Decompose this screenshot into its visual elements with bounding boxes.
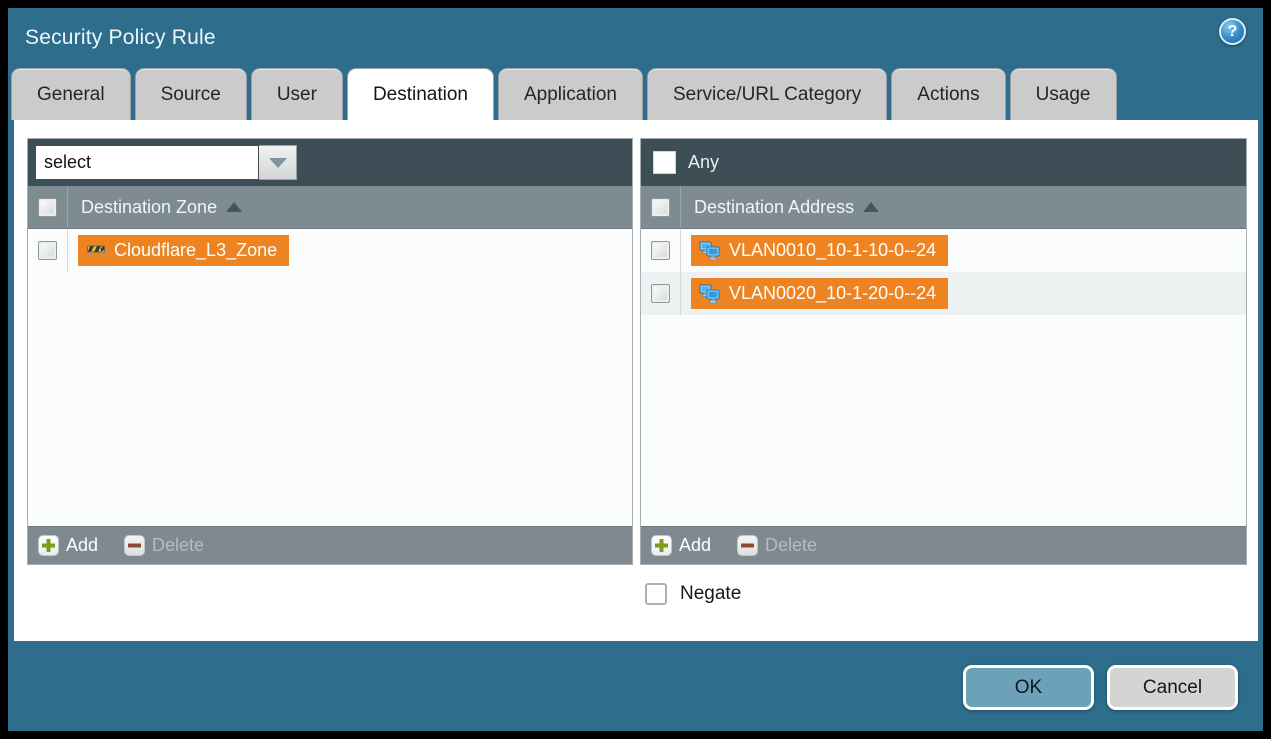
address-column-header[interactable]: Destination Address bbox=[681, 186, 879, 228]
tab-actions[interactable]: Actions bbox=[891, 68, 1005, 120]
sort-ascending-icon bbox=[226, 202, 242, 212]
dialog-footer: OK Cancel bbox=[8, 641, 1263, 731]
address-icon bbox=[699, 284, 721, 303]
destination-tab-content: Destination Zone bbox=[14, 120, 1258, 641]
row-checkbox[interactable] bbox=[38, 241, 57, 260]
zone-entry[interactable]: Cloudflare_L3_Zone bbox=[78, 235, 289, 266]
row-value-cell: VLAN0010_10-1-10-0--24 bbox=[681, 229, 948, 272]
zone-column-header[interactable]: Destination Zone bbox=[68, 186, 242, 228]
zone-entry-label: Cloudflare_L3_Zone bbox=[114, 240, 277, 261]
help-icon[interactable]: ? bbox=[1219, 18, 1246, 45]
address-panel-header: Any bbox=[641, 139, 1246, 186]
row-checkbox-cell bbox=[641, 272, 681, 315]
tab-general[interactable]: General bbox=[11, 68, 131, 120]
zone-select-all-checkbox[interactable] bbox=[38, 198, 57, 217]
row-checkbox[interactable] bbox=[651, 284, 670, 303]
tab-bar: General Source User Destination Applicat… bbox=[8, 68, 1263, 120]
tab-source[interactable]: Source bbox=[135, 68, 247, 120]
minus-icon bbox=[124, 535, 145, 556]
zone-column-header-row: Destination Zone bbox=[28, 186, 632, 229]
address-select-all-checkbox[interactable] bbox=[651, 198, 670, 217]
plus-icon bbox=[38, 535, 59, 556]
table-row: VLAN0010_10-1-10-0--24 bbox=[641, 229, 1246, 272]
address-entry[interactable]: VLAN0010_10-1-10-0--24 bbox=[691, 235, 948, 266]
zone-filter-input[interactable] bbox=[35, 145, 259, 180]
zone-add-label: Add bbox=[66, 535, 98, 556]
tab-destination[interactable]: Destination bbox=[347, 68, 494, 120]
dialog-titlebar: Security Policy Rule ? bbox=[8, 8, 1263, 68]
address-column-header-row: Destination Address bbox=[641, 186, 1246, 229]
address-entry[interactable]: VLAN0020_10-1-20-0--24 bbox=[691, 278, 948, 309]
destination-address-panel: Any Destination Address bbox=[640, 138, 1247, 565]
address-select-all-cell bbox=[641, 186, 681, 228]
row-value-cell: VLAN0020_10-1-20-0--24 bbox=[681, 272, 948, 315]
address-column-label: Destination Address bbox=[694, 197, 854, 218]
address-delete-label: Delete bbox=[765, 535, 817, 556]
ok-button[interactable]: OK bbox=[963, 665, 1094, 710]
destination-zone-panel: Destination Zone bbox=[27, 138, 633, 565]
tab-application[interactable]: Application bbox=[498, 68, 643, 120]
zone-delete-label: Delete bbox=[152, 535, 204, 556]
zone-panel-footer: Add Delete bbox=[28, 526, 632, 564]
row-value-cell: Cloudflare_L3_Zone bbox=[68, 229, 289, 272]
zone-delete-button[interactable]: Delete bbox=[124, 535, 204, 556]
address-add-button[interactable]: Add bbox=[651, 535, 711, 556]
zone-filter-dropdown-button[interactable] bbox=[259, 145, 297, 180]
negate-option: Negate bbox=[645, 583, 741, 605]
tab-user[interactable]: User bbox=[251, 68, 343, 120]
any-option: Any bbox=[648, 151, 719, 174]
cancel-button[interactable]: Cancel bbox=[1107, 665, 1238, 710]
sort-ascending-icon bbox=[863, 202, 879, 212]
zone-filter-combo bbox=[35, 145, 297, 180]
zone-select-all-cell bbox=[28, 186, 68, 228]
any-label: Any bbox=[688, 152, 719, 173]
minus-icon bbox=[737, 535, 758, 556]
address-entry-label: VLAN0010_10-1-10-0--24 bbox=[729, 240, 936, 261]
address-panel-footer: Add Delete bbox=[641, 526, 1246, 564]
negate-checkbox[interactable] bbox=[645, 583, 667, 605]
tab-usage[interactable]: Usage bbox=[1010, 68, 1117, 120]
zone-icon bbox=[86, 243, 106, 259]
zone-column-label: Destination Zone bbox=[81, 197, 217, 218]
security-policy-rule-dialog: Security Policy Rule ? General Source Us… bbox=[8, 8, 1263, 731]
row-checkbox-cell bbox=[641, 229, 681, 272]
address-list: VLAN0010_10-1-10-0--24 bbox=[641, 229, 1246, 526]
row-checkbox[interactable] bbox=[651, 241, 670, 260]
tab-service-url-category[interactable]: Service/URL Category bbox=[647, 68, 887, 120]
chevron-down-icon bbox=[269, 158, 287, 168]
address-add-label: Add bbox=[679, 535, 711, 556]
zone-add-button[interactable]: Add bbox=[38, 535, 98, 556]
any-checkbox[interactable] bbox=[653, 151, 676, 174]
plus-icon bbox=[651, 535, 672, 556]
zone-panel-header bbox=[28, 139, 632, 186]
row-checkbox-cell bbox=[28, 229, 68, 272]
table-row: VLAN0020_10-1-20-0--24 bbox=[641, 272, 1246, 315]
address-icon bbox=[699, 241, 721, 260]
negate-label: Negate bbox=[680, 583, 741, 605]
zone-list: Cloudflare_L3_Zone bbox=[28, 229, 632, 526]
address-delete-button[interactable]: Delete bbox=[737, 535, 817, 556]
address-entry-label: VLAN0020_10-1-20-0--24 bbox=[729, 283, 936, 304]
table-row: Cloudflare_L3_Zone bbox=[28, 229, 632, 272]
dialog-title: Security Policy Rule bbox=[25, 26, 216, 50]
